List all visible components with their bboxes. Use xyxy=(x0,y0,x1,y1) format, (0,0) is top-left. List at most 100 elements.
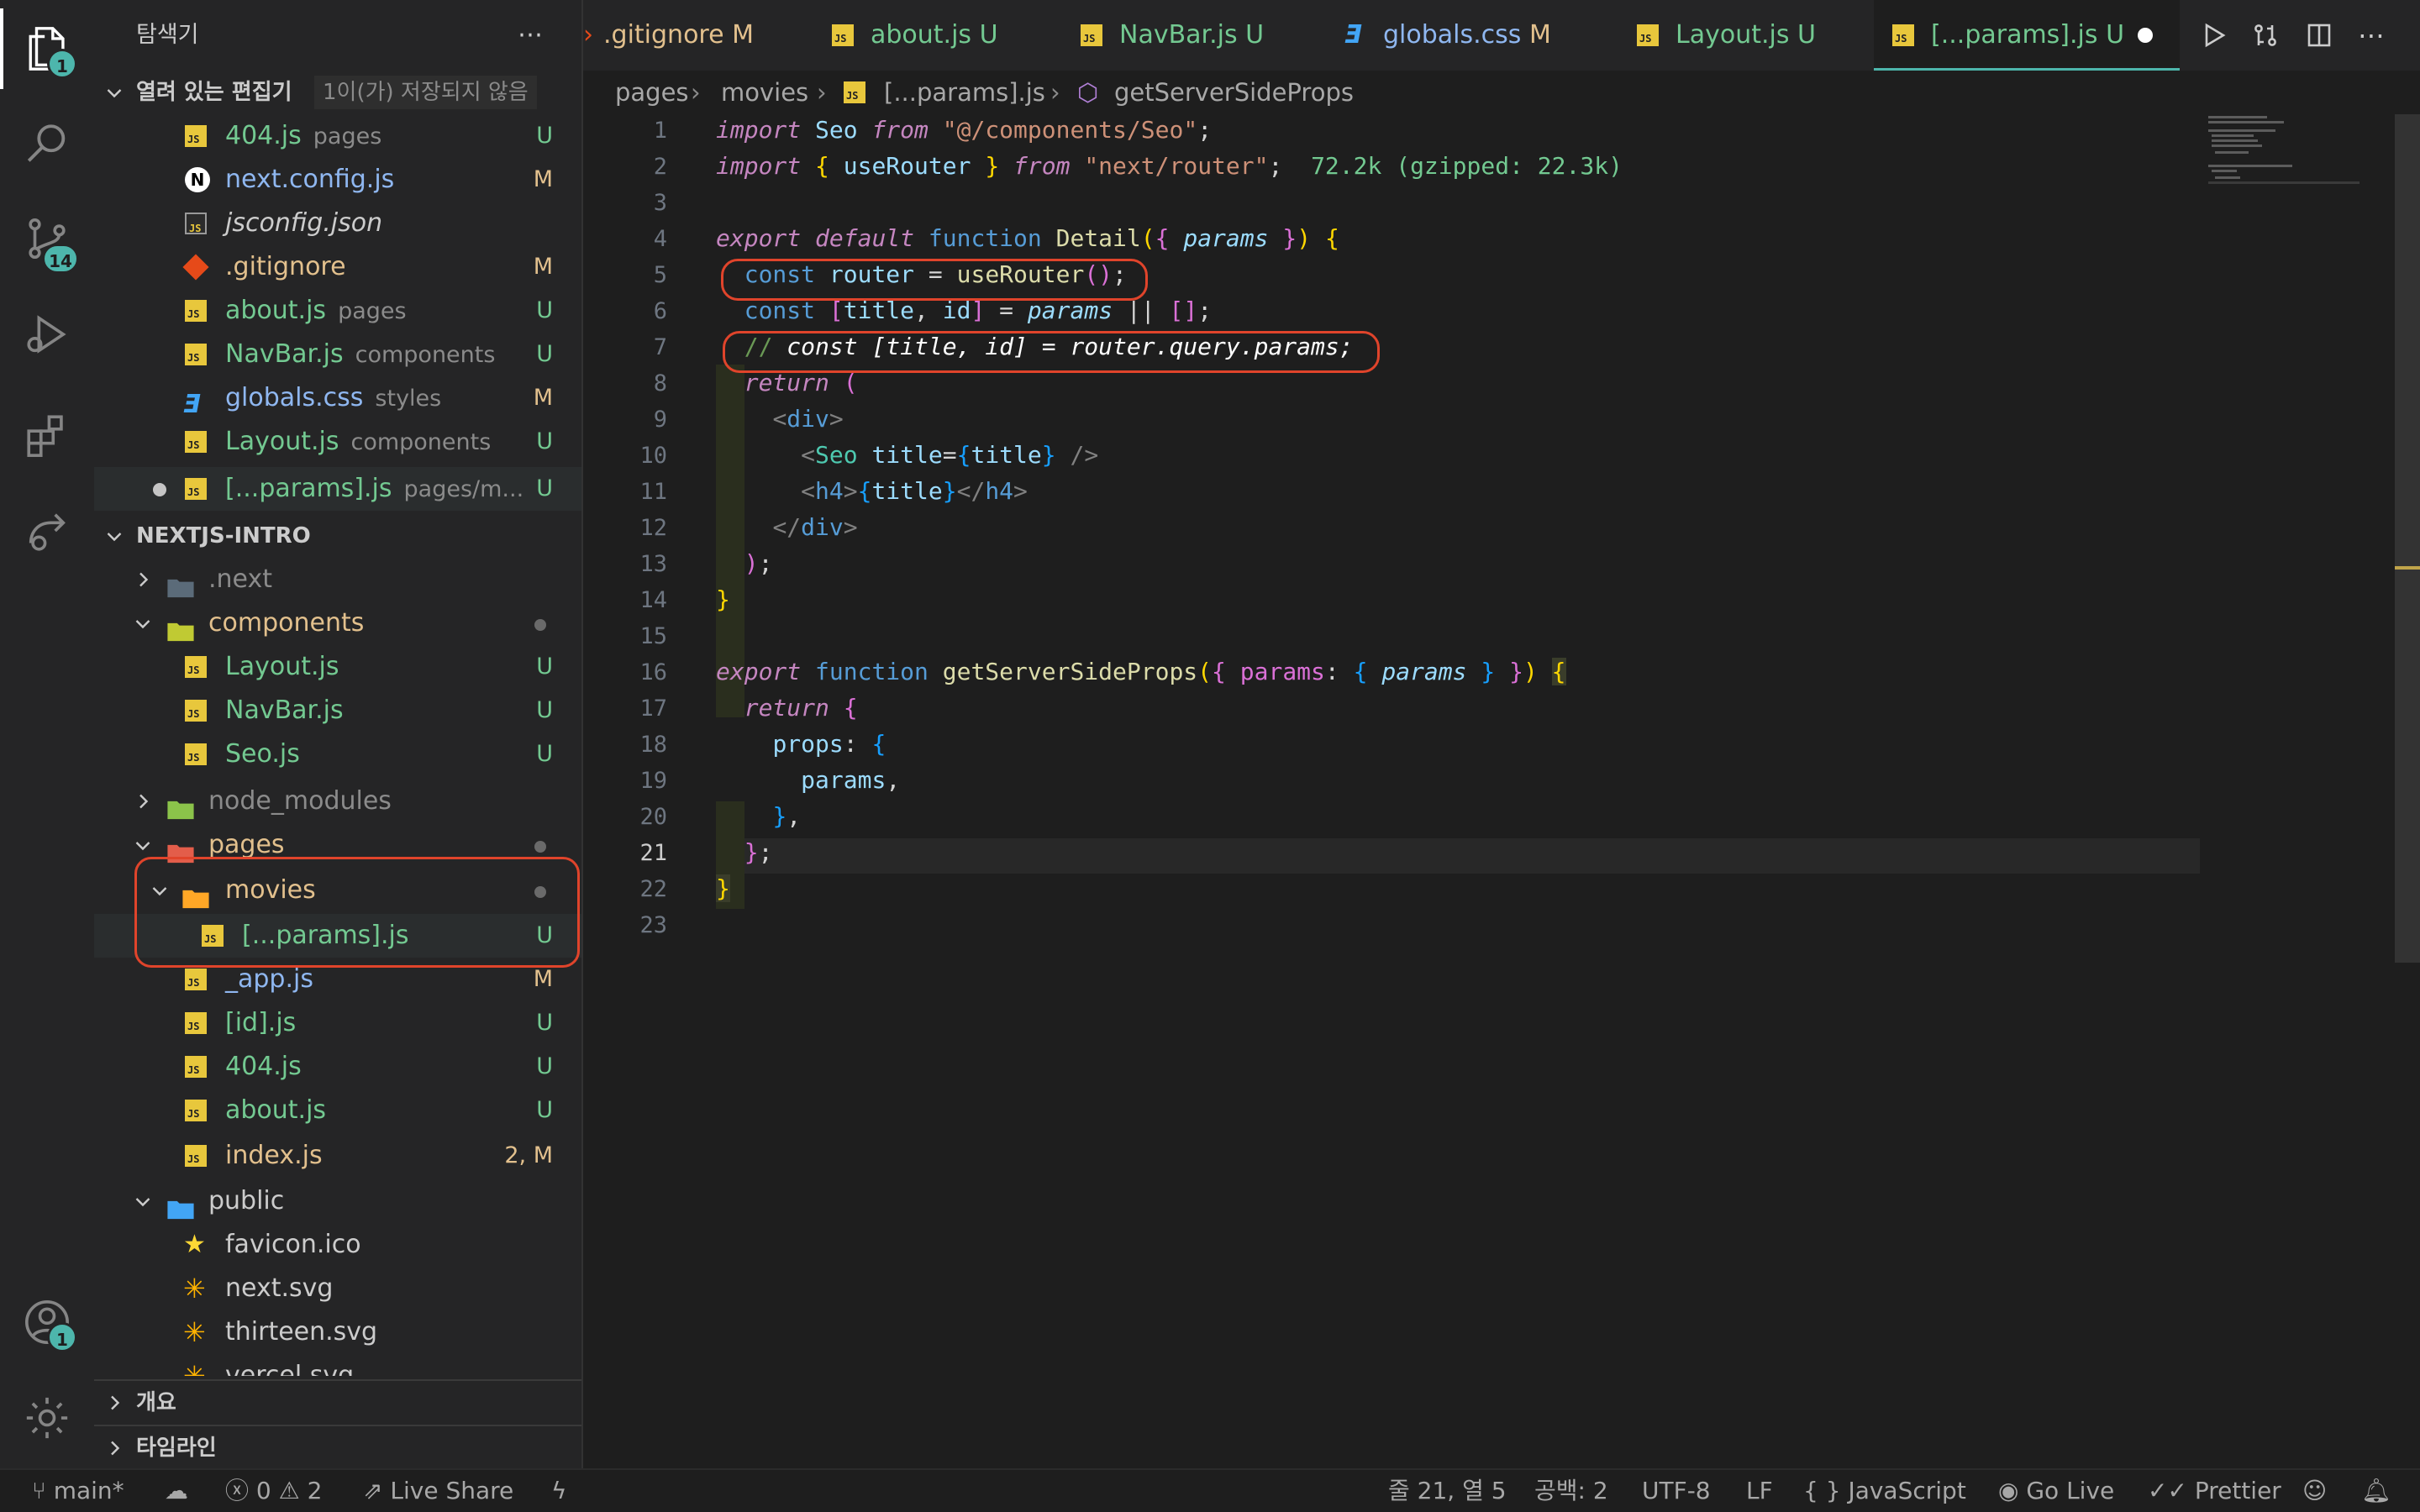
search-icon[interactable] xyxy=(0,104,94,185)
branch-name: main* xyxy=(53,1477,124,1504)
tree-file[interactable]: ✳ next.svg xyxy=(94,1267,581,1310)
project-header[interactable]: NEXTJS-INTRO xyxy=(94,514,581,558)
timeline-header[interactable]: 타임라인 xyxy=(94,1425,581,1470)
tab-gitignore[interactable]: › .gitignore M xyxy=(583,0,797,71)
unsaved-dot-icon[interactable] xyxy=(2138,28,2153,43)
file-name: NavBar.js xyxy=(225,339,344,369)
lightning-icon[interactable]: ϟ xyxy=(551,1470,566,1512)
tree-file[interactable]: JS 404.js U xyxy=(94,1045,581,1089)
language-mode[interactable]: { } JavaScript xyxy=(1803,1470,1966,1512)
open-editor-item[interactable]: JS NavBar.js components U xyxy=(94,333,581,376)
file-name: favicon.ico xyxy=(225,1230,361,1259)
chevron-right-icon: › xyxy=(691,78,701,107)
go-live-button[interactable]: ◉ Go Live xyxy=(1998,1470,2114,1512)
git-status: U xyxy=(536,1010,553,1036)
open-editors-header[interactable]: 열려 있는 편집기 1이(가) 저장되지 않음 xyxy=(94,71,581,114)
more-actions-icon[interactable]: ⋯ xyxy=(2358,0,2395,71)
tree-file[interactable]: JS [id].js U xyxy=(94,1001,581,1045)
breadcrumb-item[interactable]: movies xyxy=(721,71,808,114)
code-line-11: <h4>{title}</h4> xyxy=(801,477,1028,505)
open-editor-item[interactable]: Ǝ globals.css styles M xyxy=(94,376,581,420)
function-symbol-icon: ⬡ xyxy=(1077,78,1099,107)
folder-icon xyxy=(166,790,195,819)
nextjs-file-icon: N xyxy=(185,167,210,192)
tree-folder[interactable]: node_modules xyxy=(94,780,581,823)
tree-folder[interactable]: components xyxy=(94,601,581,645)
run-debug-icon[interactable] xyxy=(0,294,94,375)
tab-label: NavBar.js xyxy=(1119,20,1238,50)
encoding[interactable]: UTF-8 xyxy=(1642,1470,1711,1512)
accounts-icon[interactable] xyxy=(0,1282,94,1362)
code-editor[interactable]: 1 2 3 4 5 6 7 8 9 10 11 12 13 14 15 16 17 18 19 20 21 22 23 im… xyxy=(583,114,2420,1468)
line-number: 21 xyxy=(639,840,667,866)
file-name: 404.js xyxy=(225,1052,302,1081)
line-number: 19 xyxy=(639,768,667,794)
tree-file[interactable]: JS about.js U xyxy=(94,1089,581,1132)
git-status: U xyxy=(536,697,553,723)
breadcrumb-item[interactable]: [...params].js xyxy=(884,71,1045,114)
file-name: vercel.svg xyxy=(225,1361,355,1376)
tree-file[interactable]: JS Layout.js U xyxy=(94,645,581,689)
file-path: pages xyxy=(338,298,407,324)
code-line-14: } xyxy=(716,585,730,613)
tree-file[interactable]: ✳ vercel.svg xyxy=(94,1354,581,1376)
end-of-line[interactable]: LF xyxy=(1746,1470,1773,1512)
chevron-right-icon xyxy=(103,1381,126,1425)
open-editor-item[interactable]: JS Layout.js components U xyxy=(94,420,581,464)
breadcrumb-item[interactable]: getServerSideProps xyxy=(1114,71,1354,114)
more-actions-icon[interactable]: ⋯ xyxy=(518,13,543,57)
code-line-16: export function getServerSideProps({ par… xyxy=(716,658,1566,685)
open-editors-title: 열려 있는 편집기 xyxy=(136,80,292,105)
tree-file[interactable]: JS NavBar.js U xyxy=(94,689,581,732)
open-editor-item-active[interactable]: JS [...params].js pages/m... U xyxy=(94,467,581,511)
settings-gear-icon[interactable] xyxy=(0,1378,94,1458)
vertical-scrollbar[interactable] xyxy=(2395,114,2420,963)
open-editor-item[interactable]: JS jsconfig.json xyxy=(94,202,581,245)
split-editor-icon[interactable] xyxy=(2306,0,2343,71)
prettier-button[interactable]: ✓✓ Prettier xyxy=(2148,1470,2281,1512)
tab-layout[interactable]: JS Layout.js U xyxy=(1637,0,1906,71)
file-name: [id].js xyxy=(225,1008,297,1037)
tab-label: about.js xyxy=(871,20,972,50)
tab-label: .gitignore xyxy=(603,20,724,50)
open-editor-item[interactable]: N next.config.js M xyxy=(94,158,581,202)
problems-indicator[interactable]: ⓧ 0 ⚠ 2 xyxy=(225,1470,322,1512)
tab-navbar[interactable]: JS NavBar.js U xyxy=(1081,0,1349,71)
chevron-down-icon xyxy=(103,71,126,114)
indentation[interactable]: 공백: 2 xyxy=(1534,1470,1608,1512)
tab-params-active[interactable]: JS [...params].js U xyxy=(1874,0,2180,71)
chevron-right-icon: › xyxy=(1050,78,1060,107)
live-share-button[interactable]: ⇗ Live Share xyxy=(363,1470,513,1512)
tree-folder[interactable]: public xyxy=(94,1179,581,1223)
tree-file[interactable]: JS _app.js M xyxy=(94,958,581,1001)
breadcrumb-item[interactable]: pages xyxy=(615,71,689,114)
minimap[interactable] xyxy=(2208,114,2360,190)
open-editor-item[interactable]: .gitignore M xyxy=(94,245,581,289)
tab-about[interactable]: JS about.js U xyxy=(832,0,1084,71)
run-icon[interactable] xyxy=(2200,0,2237,71)
tab-label: Layout.js xyxy=(1676,20,1790,50)
tree-file[interactable]: JS Seo.js U xyxy=(94,732,581,776)
open-editor-item[interactable]: JS 404.js pages U xyxy=(94,114,581,158)
feedback-icon[interactable]: ☺ xyxy=(2302,1470,2327,1512)
tree-file[interactable]: JS index.js 2, M xyxy=(94,1134,581,1178)
compare-changes-icon[interactable] xyxy=(2252,0,2289,71)
open-editor-item[interactable]: JS about.js pages U xyxy=(94,289,581,333)
sync-icon[interactable]: ☁ xyxy=(165,1470,188,1512)
outline-header[interactable]: 개요 xyxy=(94,1379,581,1425)
remote-explorer-icon[interactable] xyxy=(0,491,94,571)
notifications-bell-icon[interactable]: 🔔︎ xyxy=(2361,1470,2391,1512)
cursor-position[interactable]: 줄 21, 열 5 xyxy=(1388,1470,1507,1512)
code-line-2: import { useRouter } from "next/router";… xyxy=(716,152,1623,180)
branch-indicator[interactable]: ⑂ main* xyxy=(32,1470,124,1512)
svg-file-icon: ✳ xyxy=(183,1360,206,1376)
tab-globals-css[interactable]: Ǝ globals.css M xyxy=(1344,0,1630,71)
tree-folder[interactable]: .next xyxy=(94,558,581,601)
explorer-icon[interactable] xyxy=(0,8,94,89)
extensions-icon[interactable] xyxy=(0,395,94,475)
code-line-20: }, xyxy=(772,802,802,830)
tree-file[interactable]: ★ favicon.ico xyxy=(94,1223,581,1267)
tree-file[interactable]: ✳ thirteen.svg xyxy=(94,1310,581,1354)
js-file-icon: JS xyxy=(185,125,207,147)
js-file-icon: JS xyxy=(185,300,207,322)
